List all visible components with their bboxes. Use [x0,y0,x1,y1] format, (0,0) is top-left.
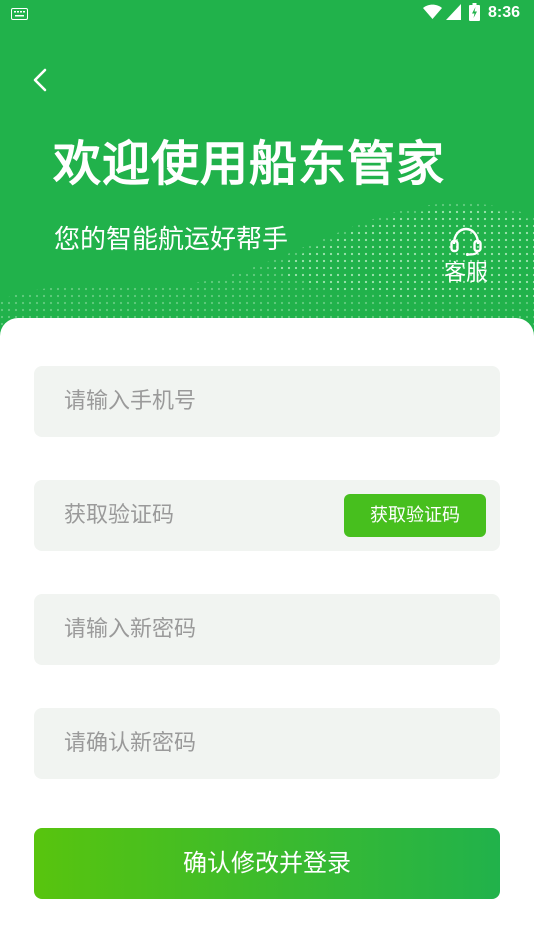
new-password-field [34,594,500,665]
get-code-button[interactable]: 获取验证码 [344,494,486,537]
battery-charging-icon [469,3,480,21]
page-subtitle: 您的智能航运好帮手 [54,225,289,255]
confirm-password-field [34,708,500,779]
customer-service-button[interactable]: 客服 [436,224,496,290]
phone-field [34,366,500,437]
verification-code-field: 获取验证码 [34,480,500,551]
status-time: 8:36 [488,4,521,21]
signal-icon [446,4,461,20]
page-title: 欢迎使用船东管家 [53,136,446,192]
status-bar: 8:36 [0,0,534,28]
header-banner: 8:36 欢迎使用船东管家 您的智能航运好帮手 客服 [0,0,534,360]
phone-input[interactable] [34,366,500,437]
reset-password-screen: 8:36 欢迎使用船东管家 您的智能航运好帮手 客服 获取验证码 [0,0,534,950]
confirm-password-input[interactable] [34,708,500,779]
verification-code-input[interactable] [34,480,334,551]
customer-service-label: 客服 [443,261,488,286]
confirm-and-login-button[interactable]: 确认修改并登录 [34,828,500,899]
new-password-input[interactable] [34,594,500,665]
headset-icon [450,227,482,256]
keyboard-icon [11,8,28,20]
chevron-left-icon [33,68,47,92]
back-button[interactable] [26,64,58,96]
wifi-icon [423,4,442,19]
